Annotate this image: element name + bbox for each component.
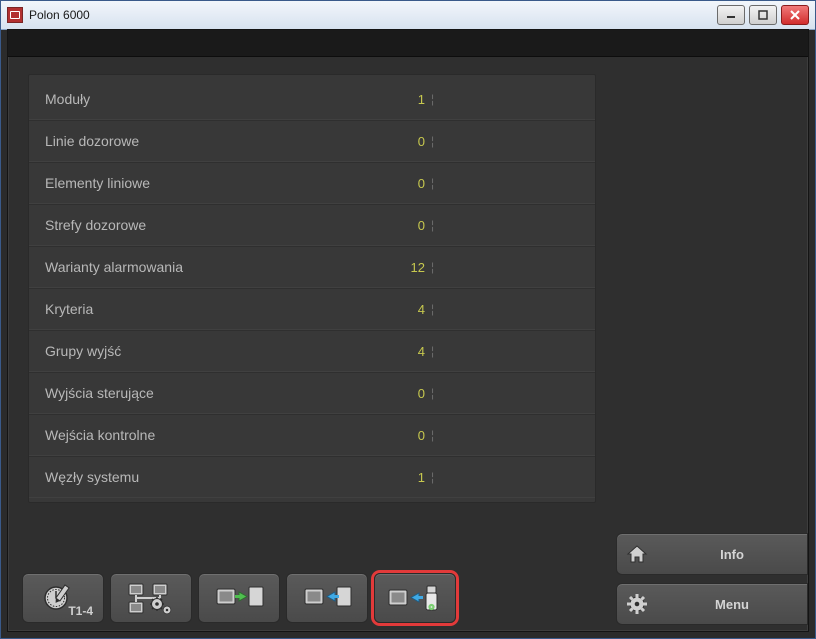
row-value: 12 xyxy=(385,260,425,275)
window-frame: Polon 6000 Moduły 1 ¦ xyxy=(0,0,816,639)
row-label: Wejścia kontrolne xyxy=(45,427,385,443)
export-icon xyxy=(299,583,355,613)
row-wejscia-kontrolne[interactable]: Wejścia kontrolne 0 ¦ xyxy=(29,414,595,456)
row-divider-icon: ¦ xyxy=(431,260,434,274)
minimize-button[interactable] xyxy=(717,5,745,25)
row-value: 0 xyxy=(385,176,425,191)
row-divider-icon: ¦ xyxy=(431,218,434,232)
row-label: Elementy liniowe xyxy=(45,175,385,191)
time-edit-button[interactable]: T1-4 xyxy=(22,573,104,623)
row-elementy-liniowe[interactable]: Elementy liniowe 0 ¦ xyxy=(29,162,595,204)
row-label: Moduły xyxy=(45,91,385,107)
gear-icon xyxy=(617,593,657,615)
time-edit-label: T1-4 xyxy=(68,604,93,618)
row-label: Kryteria xyxy=(45,301,385,317)
side-nav: Info xyxy=(616,533,808,625)
menu-label: Menu xyxy=(657,597,807,612)
window-controls xyxy=(717,5,809,25)
home-icon xyxy=(617,544,657,564)
row-label: Strefy dozorowe xyxy=(45,217,385,233)
close-icon xyxy=(790,10,800,20)
info-label: Info xyxy=(657,547,807,562)
maximize-button[interactable] xyxy=(749,5,777,25)
row-moduly[interactable]: Moduły 1 ¦ xyxy=(29,79,595,120)
top-band xyxy=(8,30,808,57)
row-wezly-systemu[interactable]: Węzły systemu 1 ¦ xyxy=(29,456,595,498)
row-kryteria[interactable]: Kryteria 4 ¦ xyxy=(29,288,595,330)
row-warianty-alarmowania[interactable]: Warianty alarmowania 12 ¦ xyxy=(29,246,595,288)
row-label: Wyjścia sterujące xyxy=(45,385,385,401)
row-divider-icon: ¦ xyxy=(431,176,434,190)
export-button[interactable] xyxy=(286,573,368,623)
row-divider-icon: ¦ xyxy=(431,470,434,484)
info-button[interactable]: Info xyxy=(616,533,808,575)
row-linie-dozorowe[interactable]: Linie dozorowe 0 ¦ xyxy=(29,120,595,162)
app-icon xyxy=(7,7,23,23)
row-label: Grupy wyjść xyxy=(45,343,385,359)
export-usb-button[interactable] xyxy=(374,573,456,623)
close-button[interactable] xyxy=(781,5,809,25)
row-value: 1 xyxy=(385,92,425,107)
row-divider-icon: ¦ xyxy=(431,134,434,148)
row-divider-icon: ¦ xyxy=(431,344,434,358)
maximize-icon xyxy=(758,10,768,20)
import-button[interactable] xyxy=(198,573,280,623)
import-icon xyxy=(211,583,267,613)
row-value: 0 xyxy=(385,134,425,149)
row-divider-icon: ¦ xyxy=(431,386,434,400)
row-value: 0 xyxy=(385,428,425,443)
row-label: Warianty alarmowania xyxy=(45,259,385,275)
window-title: Polon 6000 xyxy=(29,8,90,22)
minimize-icon xyxy=(726,10,736,20)
row-divider-icon: ¦ xyxy=(431,428,434,442)
network-config-button[interactable] xyxy=(110,573,192,623)
menu-button[interactable]: Menu xyxy=(616,583,808,625)
row-strefy-dozorowe[interactable]: Strefy dozorowe 0 ¦ xyxy=(29,204,595,246)
export-usb-icon xyxy=(385,582,445,614)
row-label: Węzły systemu xyxy=(45,469,385,485)
row-divider-icon: ¦ xyxy=(431,302,434,316)
app-surface: Moduły 1 ¦ Linie dozorowe 0 ¦ Elementy l… xyxy=(7,29,809,632)
row-label: Linie dozorowe xyxy=(45,133,385,149)
bottom-toolbar: T1-4 xyxy=(22,573,456,623)
row-value: 0 xyxy=(385,218,425,233)
content-area: Moduły 1 ¦ Linie dozorowe 0 ¦ Elementy l… xyxy=(8,56,808,631)
config-list: Moduły 1 ¦ Linie dozorowe 0 ¦ Elementy l… xyxy=(28,74,596,503)
row-wyjscia-sterujace[interactable]: Wyjścia sterujące 0 ¦ xyxy=(29,372,595,414)
row-value: 4 xyxy=(385,302,425,317)
row-value: 4 xyxy=(385,344,425,359)
titlebar: Polon 6000 xyxy=(1,1,815,30)
row-value: 1 xyxy=(385,470,425,485)
network-gears-icon xyxy=(123,580,179,616)
row-value: 0 xyxy=(385,386,425,401)
row-grupy-wyjsc[interactable]: Grupy wyjść 4 ¦ xyxy=(29,330,595,372)
row-divider-icon: ¦ xyxy=(431,92,434,106)
